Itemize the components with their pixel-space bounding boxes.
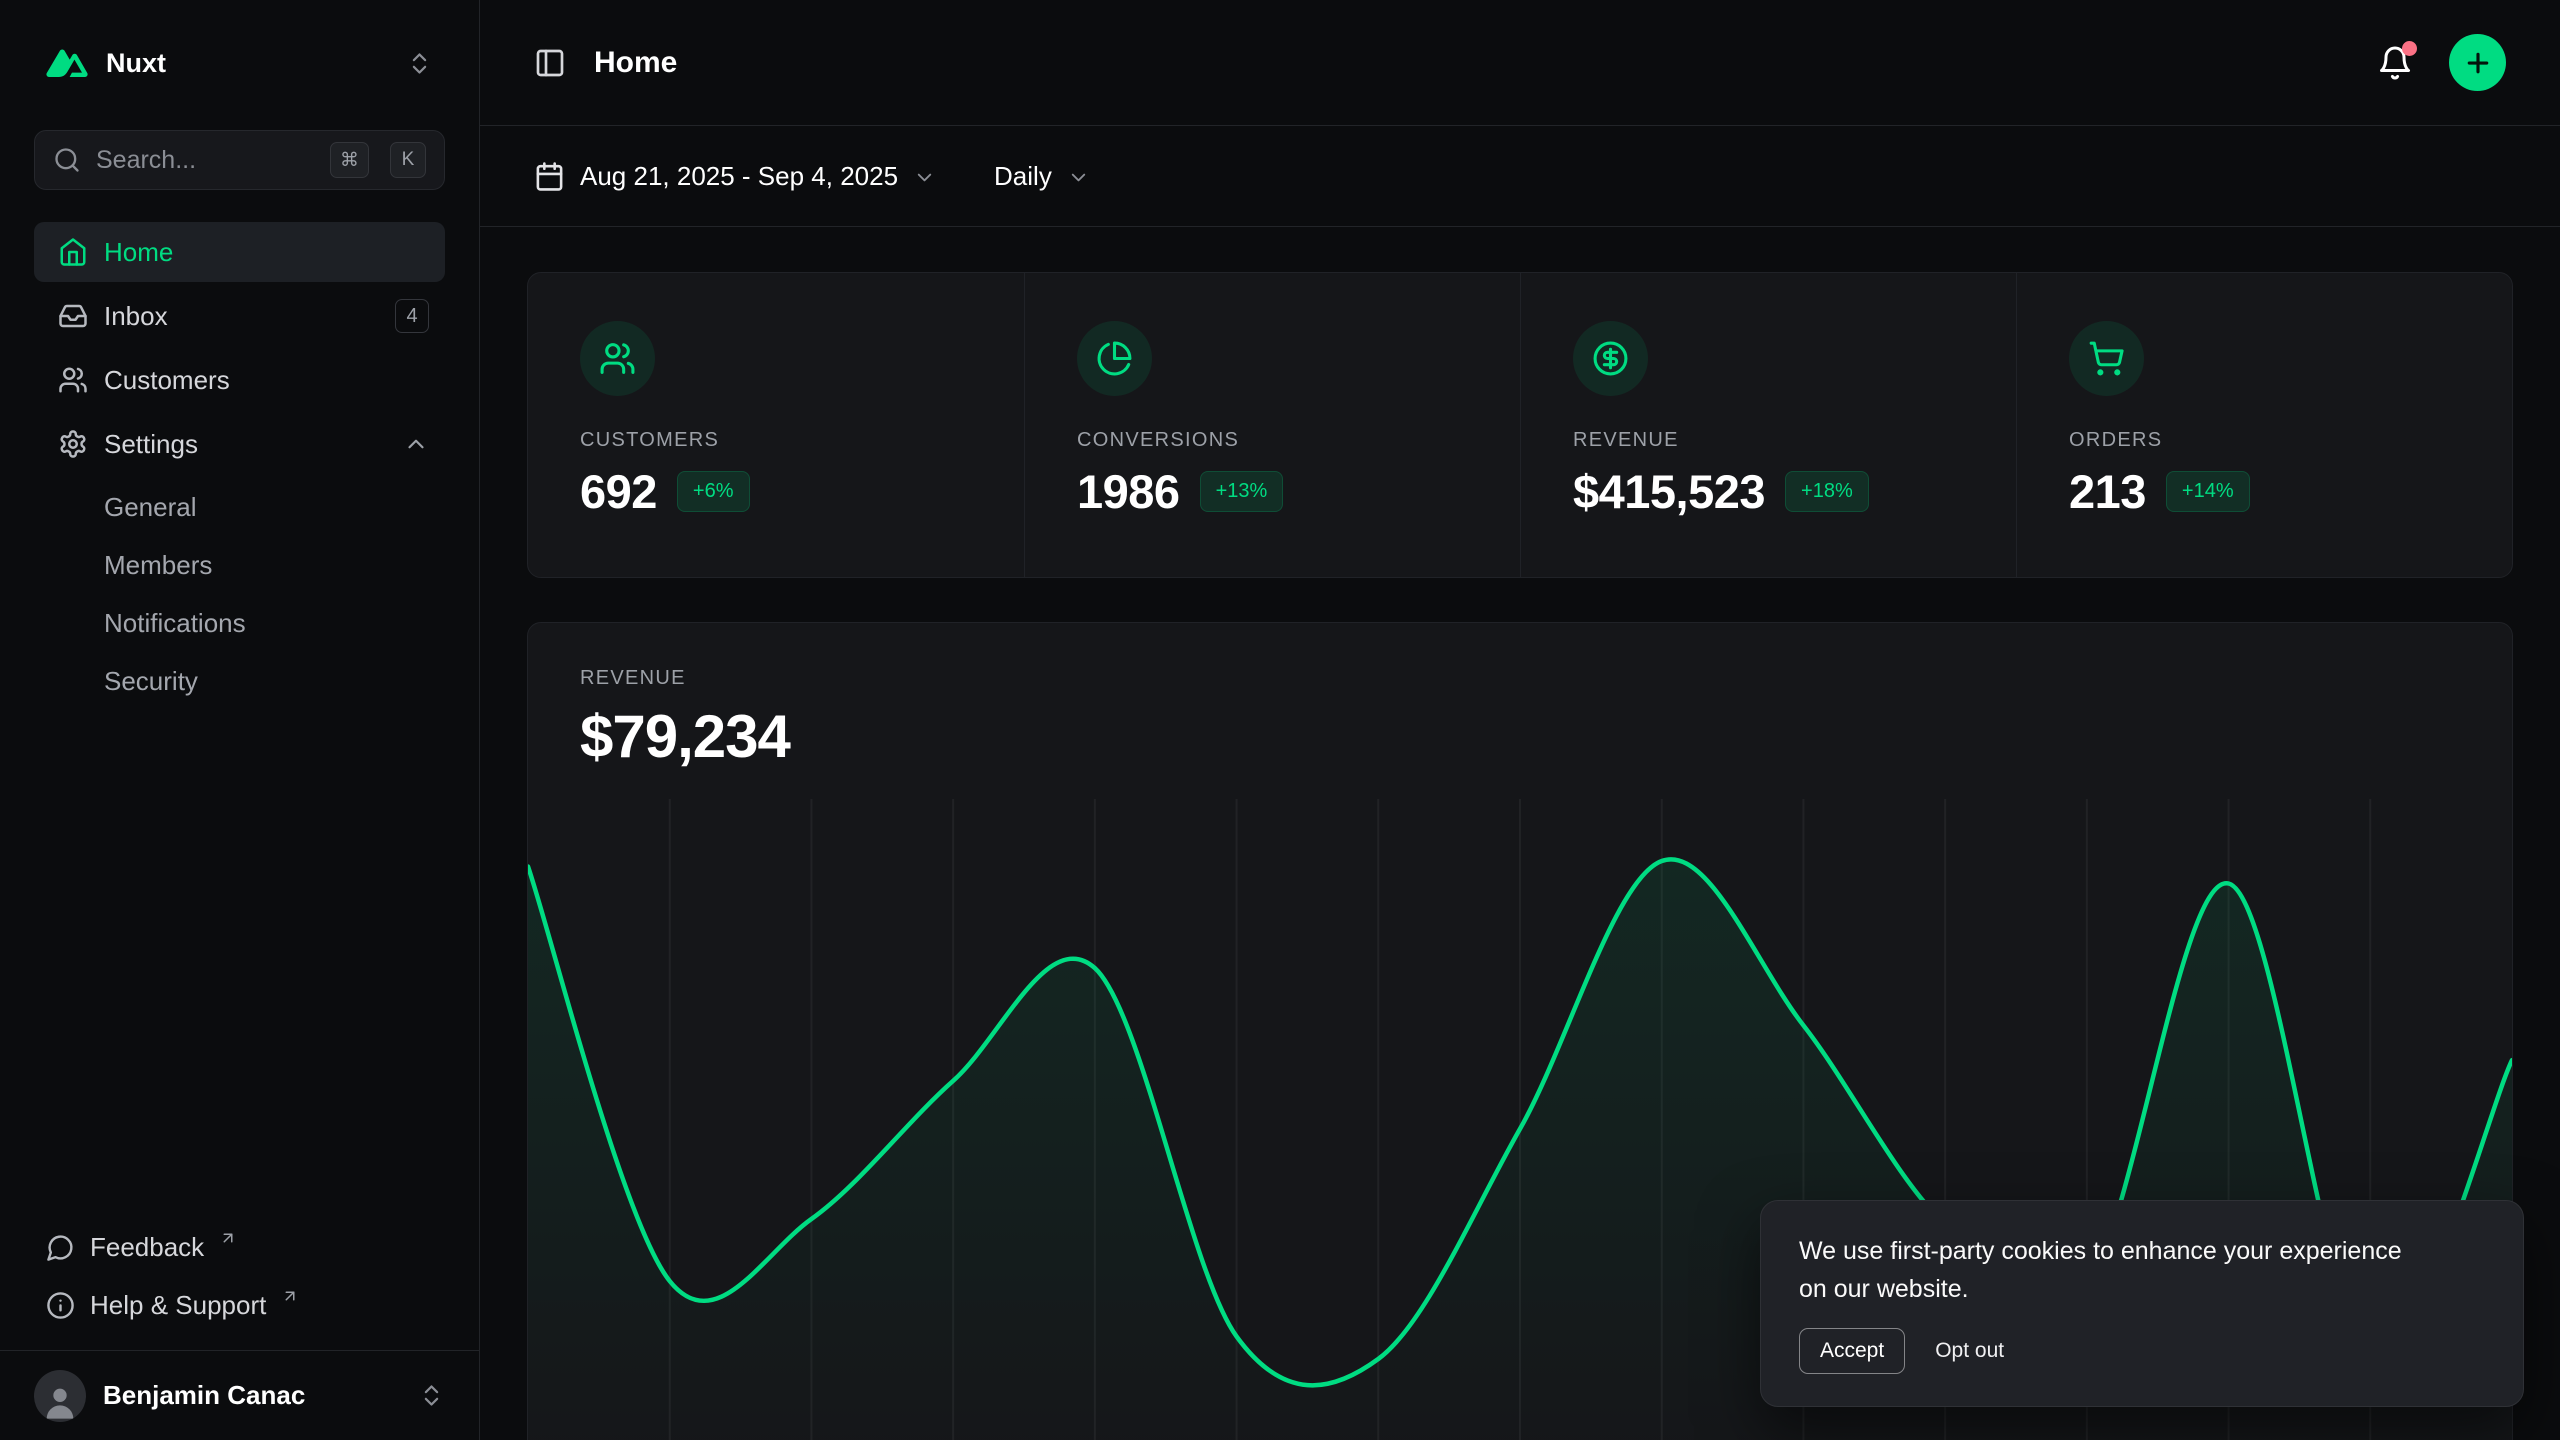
sidebar-header: Nuxt (0, 0, 479, 126)
notification-dot (2402, 41, 2417, 56)
search-icon (53, 146, 81, 174)
page-header: Home (480, 0, 2560, 126)
granularity-select[interactable]: Daily (994, 161, 1090, 192)
sidebar-item-label: Settings (104, 429, 198, 460)
users-icon (58, 365, 88, 395)
feedback-link[interactable]: Feedback (34, 1218, 445, 1276)
stats-summary-card: CUSTOMERS 692 +6% CONVERSIONS 1986 +13% (527, 272, 2513, 578)
help-support-label: Help & Support (90, 1290, 266, 1321)
stat-value: 692 (580, 464, 657, 519)
nuxt-logo-icon (46, 48, 88, 78)
stat-label: REVENUE (1573, 429, 1964, 452)
user-menu[interactable]: Benjamin Canac (0, 1350, 479, 1440)
notifications-button[interactable] (2377, 44, 2415, 82)
sidebar-item-notifications[interactable]: Notifications (34, 594, 445, 652)
team-switcher[interactable]: Nuxt (34, 27, 445, 99)
cookie-message: We use first-party cookies to enhance yo… (1799, 1233, 2409, 1308)
external-link-icon (219, 1229, 237, 1247)
chevrons-up-down-icon (418, 1382, 445, 1409)
stat-orders: ORDERS 213 +14% (2016, 273, 2512, 577)
feedback-label: Feedback (90, 1232, 204, 1263)
inbox-icon (58, 301, 88, 331)
plus-icon (2463, 48, 2493, 78)
users-icon (580, 321, 655, 396)
sidebar-item-label: Inbox (104, 301, 168, 332)
page-title: Home (594, 46, 677, 80)
search-bar[interactable]: ⌘ K (34, 130, 445, 190)
sidebar-item-customers[interactable]: Customers (34, 350, 445, 410)
stat-customers: CUSTOMERS 692 +6% (528, 273, 1024, 577)
pie-chart-icon (1077, 321, 1152, 396)
user-name: Benjamin Canac (103, 1380, 305, 1411)
stat-label: CONVERSIONS (1077, 429, 1468, 452)
panel-left-icon (534, 47, 566, 79)
sidebar-child-label: Notifications (104, 608, 246, 639)
kbd-meta: ⌘ (330, 142, 369, 178)
chevron-down-icon (913, 166, 936, 189)
opt-out-button[interactable]: Opt out (1923, 1329, 2016, 1373)
sidebar-child-label: Security (104, 666, 198, 697)
stat-delta-badge: +18% (1785, 471, 1869, 512)
stat-value: $415,523 (1573, 464, 1765, 519)
date-range-picker[interactable]: Aug 21, 2025 - Sep 4, 2025 (534, 161, 936, 192)
accept-button[interactable]: Accept (1799, 1328, 1905, 1374)
cookie-banner: We use first-party cookies to enhance yo… (1760, 1200, 2524, 1407)
info-icon (46, 1291, 75, 1320)
stat-revenue: REVENUE $415,523 +18% (1520, 273, 2016, 577)
sidebar-item-security[interactable]: Security (34, 652, 445, 710)
stat-value: 1986 (1077, 464, 1180, 519)
stat-delta-badge: +6% (677, 471, 750, 512)
external-link-icon (281, 1287, 299, 1305)
sidebar-item-label: Customers (104, 365, 230, 396)
chevrons-up-down-icon (406, 50, 433, 77)
help-support-link[interactable]: Help & Support (34, 1276, 445, 1334)
gear-icon (58, 429, 88, 459)
stat-label: CUSTOMERS (580, 429, 972, 452)
chevron-down-icon (1067, 166, 1090, 189)
sidebar-child-label: Members (104, 550, 212, 581)
sidebar-child-label: General (104, 492, 197, 523)
cart-icon (2069, 321, 2144, 396)
date-range-label: Aug 21, 2025 - Sep 4, 2025 (580, 161, 898, 192)
sidebar-item-label: Home (104, 237, 173, 268)
inbox-count-badge: 4 (395, 299, 429, 333)
revenue-label: REVENUE (580, 667, 2460, 690)
stat-label: ORDERS (2069, 429, 2460, 452)
calendar-icon (534, 161, 565, 192)
sidebar-footer: Feedback Help & Support (0, 1218, 479, 1350)
stat-conversions: CONVERSIONS 1986 +13% (1024, 273, 1520, 577)
sidebar-item-settings[interactable]: Settings (34, 414, 445, 474)
stat-delta-badge: +13% (1200, 471, 1284, 512)
filters-toolbar: Aug 21, 2025 - Sep 4, 2025 Daily (480, 126, 2560, 227)
revenue-card-header: REVENUE $79,234 (528, 623, 2512, 771)
sidebar-item-general[interactable]: General (34, 478, 445, 536)
chevron-up-icon (403, 431, 429, 457)
team-name: Nuxt (106, 48, 166, 79)
sidebar-toggle-button[interactable] (534, 45, 570, 81)
search-input[interactable] (96, 146, 315, 175)
sidebar-item-inbox[interactable]: Inbox 4 (34, 286, 445, 346)
stat-delta-badge: +14% (2166, 471, 2250, 512)
stat-value: 213 (2069, 464, 2146, 519)
sidebar-item-members[interactable]: Members (34, 536, 445, 594)
dollar-circle-icon (1573, 321, 1648, 396)
sidebar-item-home[interactable]: Home (34, 222, 445, 282)
home-icon (58, 237, 88, 267)
sidebar-nav: Home Inbox 4 Customers Settings (0, 222, 479, 710)
sidebar: Nuxt ⌘ K Home (0, 0, 480, 1440)
add-button[interactable] (2449, 34, 2506, 91)
kbd-k: K (390, 142, 426, 178)
revenue-value: $79,234 (580, 702, 2460, 771)
header-actions (2377, 34, 2506, 91)
message-icon (46, 1233, 75, 1262)
cookie-actions: Accept Opt out (1799, 1328, 2485, 1374)
avatar (34, 1370, 86, 1422)
granularity-label: Daily (994, 161, 1052, 192)
